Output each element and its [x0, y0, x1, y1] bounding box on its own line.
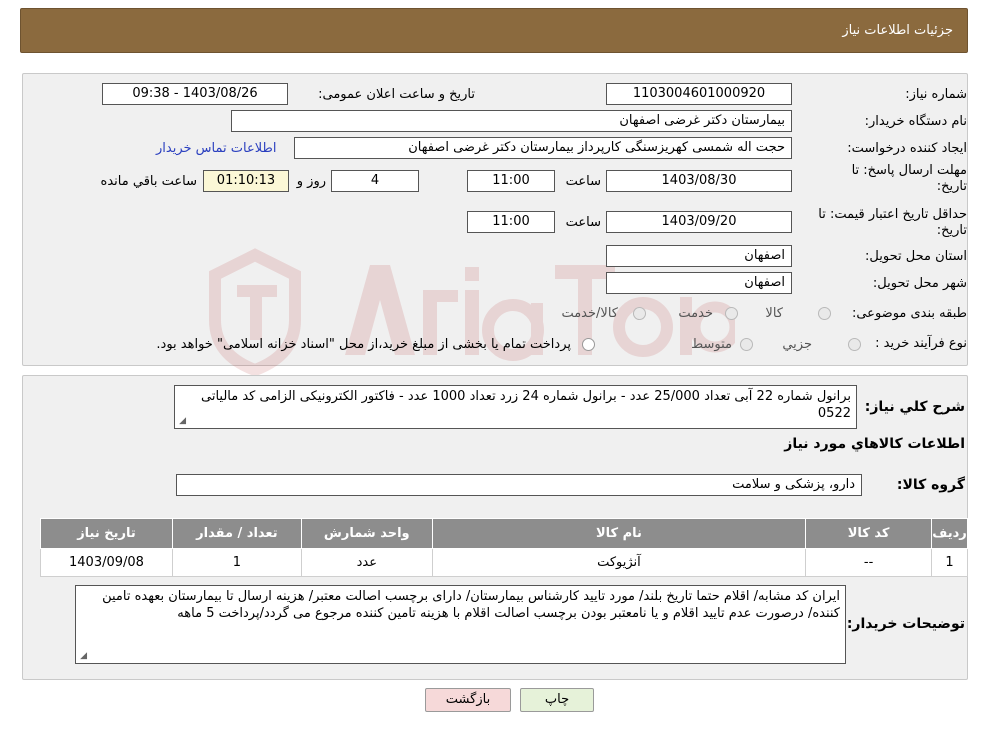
table-header-row: رديف کد کالا نام کالا واحد شمارش تعداد /…: [40, 518, 968, 549]
col-qty-header: تعداد / مقدار: [171, 518, 302, 549]
category-radio-service[interactable]: [725, 307, 738, 320]
deadline-label: مهلت ارسال پاسخ: تا تاریخ:: [851, 163, 967, 194]
buyer-field[interactable]: بیمارستان دکتر غرضی اصفهان: [231, 110, 792, 132]
creator-label: ایجاد کننده درخواست:: [847, 141, 967, 156]
goods-group-field[interactable]: دارو، پزشکی و سلامت: [176, 474, 862, 496]
category-option-goods: کالا: [765, 306, 783, 321]
category-option-goods-service: کالا/خدمت: [561, 306, 618, 321]
city-field[interactable]: اصفهان: [606, 272, 792, 294]
announce-label: تاریخ و ساعت اعلان عمومی:: [318, 87, 475, 102]
buyer-contact-link[interactable]: اطلاعات تماس خریدار: [156, 141, 276, 156]
col-unit-header: واحد شمارش: [300, 518, 433, 549]
buyer-label: نام دستگاه خریدار:: [864, 114, 967, 129]
col-name-header: نام کالا: [431, 518, 807, 549]
resize-grip-icon[interactable]: ◢: [177, 417, 186, 426]
creator-field[interactable]: حجت اله شمسی کهریزسنگی کارپرداز بیمارستا…: [294, 137, 792, 159]
process-note: پرداخت تمام یا بخشی از مبلغ خرید،از محل …: [156, 337, 571, 352]
days-label: روز و: [296, 174, 326, 189]
cell-unit: عدد: [300, 548, 433, 577]
category-label: طبقه بندی موضوعی:: [851, 306, 967, 321]
back-button[interactable]: بازگشت: [425, 688, 511, 712]
col-code-header: کد کالا: [805, 518, 933, 549]
validity-time-label: ساعت: [565, 215, 601, 230]
deadline-time-label: ساعت: [565, 174, 601, 189]
deadline-date-field[interactable]: 1403/08/30: [606, 170, 792, 192]
goods-section-title: اطلاعات کالاهاي مورد نياز: [784, 436, 965, 452]
print-button[interactable]: چاپ: [520, 688, 594, 712]
page-title: جزئیات اطلاعات نیاز: [842, 23, 953, 38]
category-radio-goods-service[interactable]: [633, 307, 646, 320]
category-radio-goods[interactable]: [818, 307, 831, 320]
cell-qty: 1: [171, 548, 302, 577]
province-field[interactable]: اصفهان: [606, 245, 792, 267]
description-textarea[interactable]: برانول شماره 22 آبی تعداد 25/000 عدد - ب…: [174, 385, 857, 429]
validity-time-field[interactable]: 11:00: [467, 211, 555, 233]
resize-grip-icon[interactable]: ◢: [78, 652, 87, 661]
province-label: استان محل تحویل:: [865, 249, 967, 264]
process-label: نوع فرآیند خرید :: [875, 336, 967, 351]
process-option-medium: متوسط: [691, 337, 732, 352]
process-radio-minor[interactable]: [848, 338, 861, 351]
description-label: شرح کلي نياز:: [864, 399, 965, 415]
need-number-label: شماره نیاز:: [905, 87, 967, 102]
cell-date: 1403/09/08: [40, 548, 173, 577]
buyer-notes-label: توضیحات خریدار:: [846, 616, 965, 632]
validity-date-field[interactable]: 1403/09/20: [606, 211, 792, 233]
cell-name: آنژیوکت: [431, 548, 807, 577]
deadline-time-field[interactable]: 11:00: [467, 170, 555, 192]
goods-group-label: گروه کالا:: [896, 477, 965, 493]
process-option-minor: جزیي: [782, 337, 812, 352]
remaining-label: ساعت باقي مانده: [100, 174, 197, 189]
treasury-checkbox[interactable]: [582, 338, 595, 351]
need-number-field[interactable]: 1103004601000920: [606, 83, 792, 105]
col-row-header: رديف: [931, 518, 968, 549]
announce-datetime-field[interactable]: 1403/08/26 - 09:38: [102, 83, 288, 105]
table-row[interactable]: 1 -- آنژیوکت عدد 1 1403/09/08: [40, 548, 968, 577]
cell-code: --: [805, 548, 933, 577]
col-date-header: تاریخ نیاز: [40, 518, 173, 549]
buyer-notes-text: ایران کد مشابه/ اقلام حتما تاریخ بلند/ م…: [102, 589, 840, 621]
category-option-service: خدمت: [678, 306, 713, 321]
cell-row: 1: [931, 548, 968, 577]
page-header: جزئیات اطلاعات نیاز: [20, 8, 968, 53]
goods-table: رديف کد کالا نام کالا واحد شمارش تعداد /…: [40, 518, 968, 577]
validity-label: حداقل تاریخ اعتبار قیمت: تا تاریخ:: [818, 207, 967, 238]
remaining-time-field: 01:10:13: [203, 170, 289, 192]
days-field[interactable]: 4: [331, 170, 419, 192]
city-label: شهر محل تحویل:: [872, 276, 967, 291]
description-text: برانول شماره 22 آبی تعداد 25/000 عدد - ب…: [201, 389, 851, 421]
process-radio-medium[interactable]: [740, 338, 753, 351]
buyer-notes-textarea[interactable]: ایران کد مشابه/ اقلام حتما تاریخ بلند/ م…: [75, 585, 846, 664]
